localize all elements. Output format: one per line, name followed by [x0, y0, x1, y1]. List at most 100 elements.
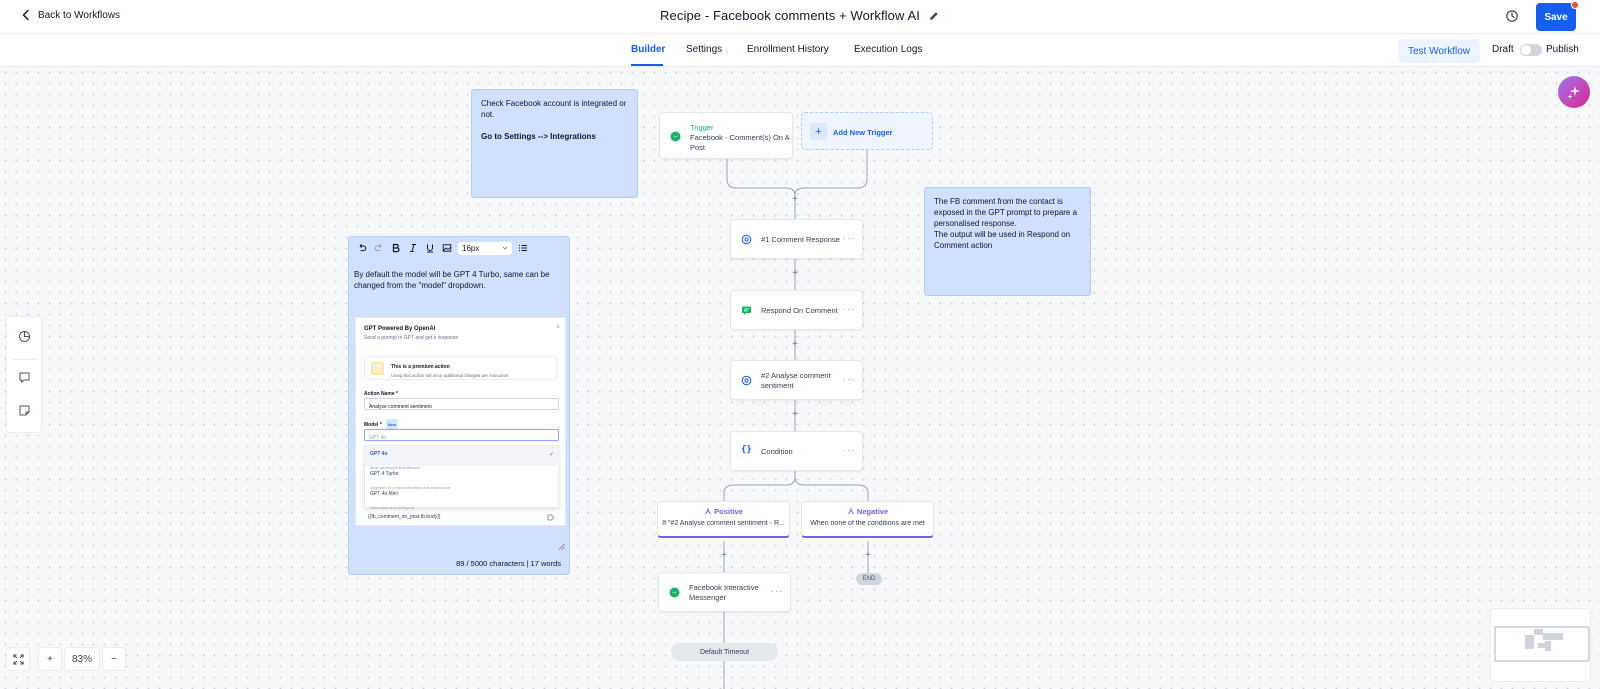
step-label: #2 Analyse comment sentiment: [761, 371, 831, 390]
back-to-workflows-link[interactable]: Back to Workflows: [20, 9, 120, 21]
step-label: Respond On Comment: [761, 306, 838, 315]
rich-text-toolbar: 16px: [353, 241, 566, 255]
add-step-plus[interactable]: +: [790, 340, 800, 350]
gpt-panel-subtitle: Send a prompt to GPT and get a response: [364, 335, 459, 341]
character-count: 89 / 5000 characters | 17 words: [456, 559, 561, 568]
step-label: Facebook Interactive Messenger: [689, 583, 759, 602]
comment-icon: [742, 306, 751, 315]
list-icon[interactable]: [517, 242, 529, 254]
openai-icon: [741, 234, 752, 245]
back-label: Back to Workflows: [38, 9, 121, 21]
premium-banner: This is a premium action Using this acti…: [364, 356, 557, 380]
prompt-variable: {{fb_comment_on_post.fb.body}}: [368, 514, 441, 520]
tab-enrollment-history[interactable]: Enrollment History: [747, 44, 829, 55]
pencil-icon[interactable]: [928, 10, 940, 22]
tab-execution-logs[interactable]: Execution Logs: [854, 44, 922, 55]
step-label: Condition: [761, 447, 793, 456]
sticky-note-icon[interactable]: [18, 404, 31, 417]
branch-name-wrap: Positive: [658, 507, 789, 516]
step-node-comment-response[interactable]: #1 Comment Response ···: [730, 219, 863, 259]
toggle-knob: [1521, 45, 1531, 55]
more-options-icon[interactable]: ···: [843, 304, 855, 314]
pie-chart-icon[interactable]: [18, 330, 31, 343]
more-options-icon[interactable]: ···: [843, 374, 855, 384]
model-select: GPT 4o: [364, 429, 559, 441]
branch-name: Negative: [856, 507, 889, 516]
active-tab-indicator: [631, 64, 663, 66]
sticky-note-model[interactable]: 16px By default the model will be GPT 4 …: [348, 236, 570, 575]
italic-icon[interactable]: [407, 242, 419, 254]
note-text: The output will be used in Respond on Co…: [934, 230, 1071, 250]
branch-icon: [705, 508, 712, 515]
option-name: GPT 4o Mini: [370, 491, 398, 497]
openai-icon: [741, 375, 752, 386]
plus-icon: +: [810, 123, 827, 140]
resize-handle-icon[interactable]: [558, 543, 565, 550]
more-options-icon[interactable]: ···: [771, 586, 783, 596]
branch-name-wrap: Negative: [802, 507, 933, 516]
bold-icon[interactable]: [390, 242, 402, 254]
chevron-down-icon: [502, 246, 508, 250]
messenger-icon: [669, 587, 680, 598]
draft-label: Draft: [1492, 44, 1514, 55]
branch-desc: If "#2 Analyse comment sentiment - R...: [662, 520, 785, 527]
tab-builder[interactable]: Builder: [631, 44, 665, 55]
tag-icon: [547, 514, 555, 521]
more-options-icon[interactable]: ···: [843, 233, 855, 243]
step-node-condition[interactable]: {} Condition ···: [730, 431, 863, 471]
dropdown-option: GPT 4o Most advanced and efficient ✓: [365, 446, 560, 470]
step-node-analyse-sentiment[interactable]: #2 Analyse comment sentiment ···: [730, 360, 863, 400]
sticky-note-fb-comment[interactable]: The FB comment from the contact is expos…: [924, 187, 1091, 296]
more-options-icon[interactable]: ···: [843, 445, 855, 455]
trigger-node[interactable]: Trigger Facebook - Comment(s) On A Post: [659, 112, 793, 159]
tab-settings[interactable]: Settings: [686, 44, 722, 55]
default-timeout-pill[interactable]: Default Timeout: [671, 643, 778, 661]
font-size-select[interactable]: 16px: [458, 241, 512, 255]
check-icon: ✓: [548, 452, 554, 458]
branch-negative[interactable]: Negative When none of the conditions are…: [801, 501, 934, 538]
ai-assistant-button[interactable]: [1558, 76, 1590, 108]
zoom-out-button[interactable]: −: [102, 647, 126, 671]
messenger-icon: [670, 131, 681, 142]
save-button[interactable]: Save: [1536, 3, 1576, 31]
gpt-panel-screenshot: GPT Powered By OpenAI Send a prompt to G…: [355, 317, 566, 526]
top-header: Back to Workflows Recipe - Facebook comm…: [0, 0, 1600, 34]
branch-name: Positive: [714, 507, 743, 516]
add-step-plus[interactable]: +: [863, 551, 873, 561]
trigger-label: Facebook - Comment(s) On A Post: [690, 133, 790, 152]
underline-icon[interactable]: [424, 242, 436, 254]
option-name: GPT 4o: [370, 451, 388, 457]
redo-icon[interactable]: [373, 242, 385, 254]
publish-label: Publish: [1546, 44, 1579, 55]
zoom-in-button[interactable]: +: [38, 647, 62, 671]
dropdown-option: GPT 4o Mini Affordable and intelligent: [365, 486, 560, 510]
add-trigger-label: Add New Trigger: [833, 128, 893, 137]
add-step-plus[interactable]: +: [790, 195, 800, 205]
dropdown-option: GPT 4 Turbo Upgrade for a transformative…: [365, 466, 560, 490]
undo-icon[interactable]: [356, 242, 368, 254]
add-step-plus[interactable]: +: [719, 551, 729, 561]
fit-view-button[interactable]: [6, 647, 30, 671]
expand-icon: [12, 653, 24, 665]
history-icon[interactable]: [1505, 9, 1519, 23]
add-step-plus[interactable]: +: [790, 410, 800, 420]
step-node-fb-messenger[interactable]: Facebook Interactive Messenger ···: [658, 572, 791, 612]
crown-icon: [371, 362, 384, 375]
step-node-respond-on-comment[interactable]: Respond On Comment ···: [730, 290, 863, 330]
sticky-note-integration[interactable]: Check Facebook account is integrated or …: [471, 89, 638, 198]
step-label: #1 Comment Response: [761, 235, 840, 244]
font-size-value: 16px: [462, 243, 480, 253]
note-text-bold: Go to Settings --> Integrations: [481, 132, 596, 141]
branch-positive[interactable]: Positive If "#2 Analyse comment sentimen…: [657, 501, 790, 538]
workflow-canvas[interactable]: Check Facebook account is integrated or …: [0, 67, 1600, 689]
add-step-plus[interactable]: +: [790, 269, 800, 279]
image-icon[interactable]: [441, 242, 453, 254]
tab-bar: Builder Settings Enrollment History Exec…: [0, 34, 1600, 67]
workflow-title: Recipe - Facebook comments + Workflow AI: [660, 8, 920, 23]
add-new-trigger-button[interactable]: + Add New Trigger: [801, 112, 933, 150]
comment-icon[interactable]: [18, 371, 31, 384]
test-workflow-button[interactable]: Test Workflow: [1398, 39, 1480, 63]
publish-toggle[interactable]: [1520, 44, 1542, 56]
end-pill: END: [856, 573, 882, 585]
minimap[interactable]: [1490, 608, 1591, 682]
